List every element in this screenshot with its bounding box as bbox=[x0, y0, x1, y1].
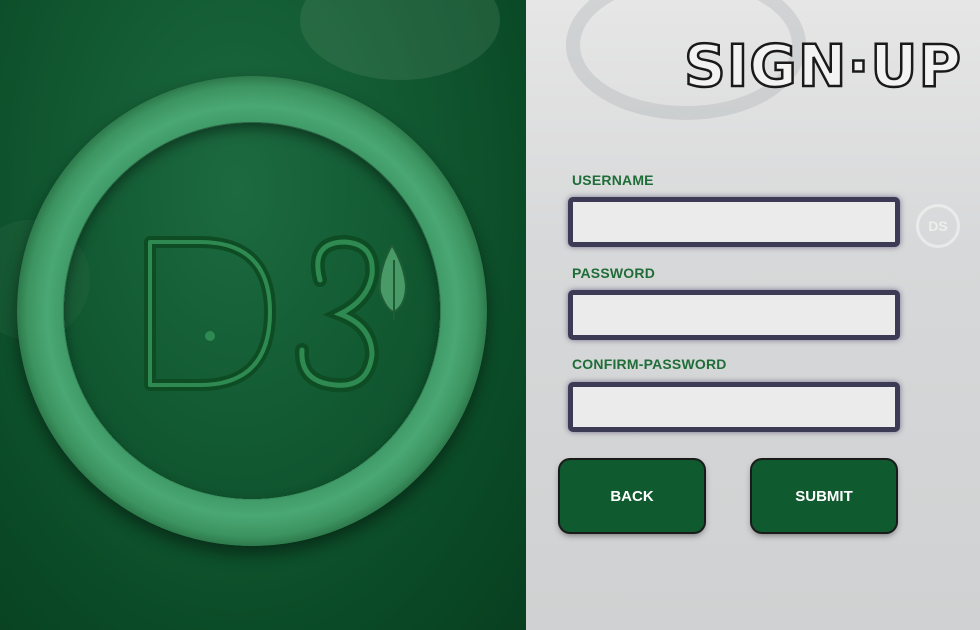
watermark-logo: DS bbox=[916, 204, 960, 248]
password-field-frame bbox=[568, 290, 900, 340]
page-title-text: SIGN·UP bbox=[684, 32, 960, 96]
username-input[interactable] bbox=[573, 202, 895, 242]
password-input[interactable] bbox=[573, 295, 895, 335]
leaf-icon bbox=[378, 243, 408, 320]
password-label: PASSWORD bbox=[572, 265, 656, 281]
logo: DS bbox=[140, 230, 408, 393]
username-label: USERNAME bbox=[572, 172, 654, 188]
logo-text: DS bbox=[140, 230, 142, 231]
confirm-password-field-frame bbox=[568, 382, 900, 432]
confirm-password-label: CONFIRM-PASSWORD bbox=[572, 356, 727, 372]
submit-button[interactable]: SUBMIT bbox=[752, 460, 896, 532]
page-title: SIGN·UP bbox=[684, 31, 962, 96]
logo-letter-d bbox=[144, 236, 276, 391]
confirm-password-input[interactable] bbox=[573, 387, 895, 427]
username-field-frame bbox=[568, 197, 900, 247]
back-button[interactable]: BACK bbox=[560, 460, 704, 532]
background-decoration bbox=[300, 0, 500, 80]
